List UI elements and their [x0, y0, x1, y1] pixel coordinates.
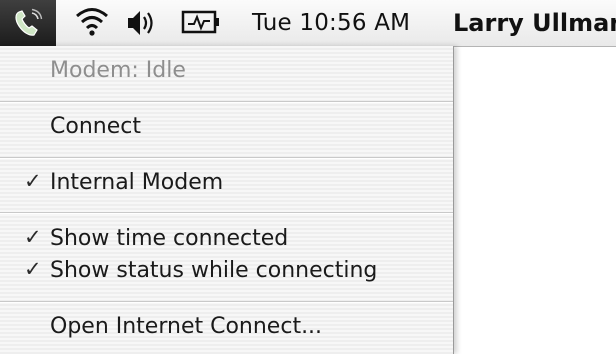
internal-modem-label: Internal Modem: [50, 170, 224, 195]
show-status-while-connecting-label: Show status while connecting: [50, 258, 378, 283]
menu-item-connect[interactable]: Connect: [0, 108, 453, 148]
screen: Tue 10:56 AM Larry Ullman Modem: Idle Co…: [0, 0, 616, 354]
menu-separator: [0, 157, 453, 159]
checkmark-icon: ✓: [24, 225, 42, 249]
modem-status-menu-extra[interactable]: [0, 0, 56, 46]
connect-label: Connect: [50, 114, 141, 139]
menubar-clock[interactable]: Tue 10:56 AM: [252, 10, 410, 36]
menu-item-open-internet-connect[interactable]: Open Internet Connect...: [0, 308, 453, 348]
menu-item-internal-modem[interactable]: ✓ Internal Modem: [0, 164, 453, 204]
fast-user-switch-name[interactable]: Larry Ullman: [453, 9, 616, 37]
modem-status-label: Modem: Idle: [50, 58, 186, 83]
wifi-icon[interactable]: [72, 0, 112, 46]
menu-separator: [0, 212, 453, 214]
volume-icon[interactable]: [124, 0, 160, 46]
menu-bar: Tue 10:56 AM Larry Ullman: [0, 0, 616, 47]
menu-item-show-status-while-connecting[interactable]: ✓ Show status while connecting: [0, 252, 453, 292]
modem-phone-icon: [15, 8, 43, 36]
checkmark-icon: ✓: [24, 169, 42, 193]
battery-charging-icon[interactable]: [180, 0, 224, 46]
menu-separator: [0, 301, 453, 303]
open-internet-connect-label: Open Internet Connect...: [50, 314, 323, 339]
modem-status-menu: Modem: Idle Connect ✓ Internal Modem ✓ S…: [0, 46, 454, 354]
checkmark-icon: ✓: [24, 257, 42, 281]
show-time-connected-label: Show time connected: [50, 226, 289, 251]
menu-separator: [0, 101, 453, 103]
menu-item-modem-status: Modem: Idle: [0, 52, 453, 92]
